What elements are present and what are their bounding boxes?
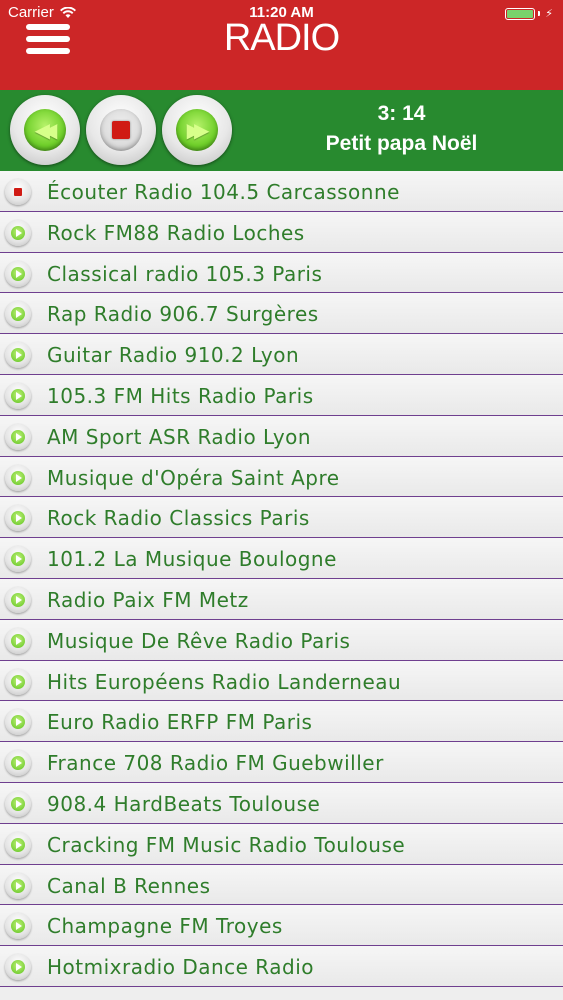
station-label: 105.3 FM Hits Radio Paris — [47, 383, 314, 408]
playback-time: 3: 14 — [377, 102, 426, 125]
station-label: Rock Radio Classics Paris — [47, 506, 310, 531]
app-title: RADIO — [223, 17, 340, 59]
station-label: Rap Radio 906.7 Surgères — [47, 302, 319, 327]
station-label: France 708 Radio FM Guebwiller — [47, 751, 384, 776]
play-icon[interactable] — [5, 342, 31, 369]
play-icon[interactable] — [5, 546, 31, 573]
station-label: 101.2 La Musique Boulogne — [47, 547, 337, 572]
station-row[interactable]: 101.2 La Musique Boulogne — [0, 538, 563, 579]
station-row[interactable]: Guitar Radio 910.2 Lyon — [0, 334, 563, 375]
now-playing-title: Petit papa Noël — [325, 132, 478, 155]
station-label: Euro Radio ERFP FM Paris — [47, 710, 313, 735]
play-icon[interactable] — [5, 872, 31, 899]
play-icon[interactable] — [5, 586, 31, 613]
play-icon[interactable] — [5, 219, 31, 246]
station-label: AM Sport ASR Radio Lyon — [47, 424, 312, 449]
station-label: Hotmixradio Dance Radio — [47, 955, 315, 980]
stop-button[interactable] — [86, 95, 156, 165]
station-label: Hits Européens Radio Landerneau — [47, 669, 402, 694]
play-icon[interactable] — [5, 750, 31, 777]
station-label: Radio Paix FM Metz — [47, 587, 249, 612]
station-row[interactable]: Hotmixradio Dance Radio — [0, 946, 563, 987]
play-icon[interactable] — [5, 464, 31, 491]
play-icon[interactable] — [5, 831, 31, 858]
station-row[interactable]: Hits Européens Radio Landerneau — [0, 660, 563, 702]
play-icon[interactable] — [5, 301, 31, 328]
station-row[interactable]: Champagne FM Troyes — [0, 905, 563, 947]
player-bar: ◀◀ ▶▶ 3: 14 Petit papa Noël — [0, 90, 563, 171]
station-label: Classical radio 105.3 Paris — [47, 261, 323, 286]
play-icon[interactable] — [5, 423, 31, 450]
play-icon[interactable] — [5, 627, 31, 654]
play-icon[interactable] — [5, 913, 31, 940]
station-label: Musique d'Opéra Saint Apre — [47, 465, 340, 490]
station-row[interactable]: Classical radio 105.3 Paris — [0, 252, 563, 294]
station-label: Canal B Rennes — [47, 873, 211, 898]
station-row[interactable]: Musique De Rêve Radio Paris — [0, 619, 563, 661]
play-icon[interactable] — [5, 790, 31, 817]
play-icon[interactable] — [5, 260, 31, 287]
play-icon[interactable] — [5, 505, 31, 532]
station-label: 908.4 HardBeats Toulouse — [47, 791, 321, 816]
station-row[interactable]: Canal B Rennes — [0, 864, 563, 906]
play-icon[interactable] — [5, 668, 31, 695]
station-row[interactable]: Musique d'Opéra Saint Apre — [0, 456, 563, 498]
station-label: Guitar Radio 910.2 Lyon — [47, 343, 300, 368]
station-label: Champagne FM Troyes — [47, 914, 283, 939]
station-label: Cracking FM Music Radio Toulouse — [47, 832, 406, 857]
stop-icon[interactable] — [5, 179, 31, 205]
station-row[interactable]: Rock Radio Classics Paris — [0, 497, 563, 539]
app-header: Carrier 11:20 AM ⚡ RADIO — [0, 0, 563, 90]
station-row[interactable]: 908.4 HardBeats Toulouse — [0, 782, 563, 824]
station-label: Écouter Radio 104.5 Carcassonne — [47, 180, 400, 204]
station-row[interactable]: France 708 Radio FM Guebwiller — [0, 742, 563, 783]
rewind-icon: ◀◀ — [34, 118, 58, 142]
fast-forward-icon: ▶▶ — [186, 118, 210, 142]
station-label: Musique De Rêve Radio Paris — [47, 628, 351, 653]
play-icon[interactable] — [5, 954, 31, 981]
station-list: Écouter Radio 104.5 Carcassonne Rock FM88… — [0, 171, 563, 987]
station-row[interactable]: Rock FM88 Radio Loches — [0, 211, 563, 253]
fast-forward-button[interactable]: ▶▶ — [162, 95, 232, 165]
stop-icon — [112, 121, 130, 139]
station-label: Rock FM88 Radio Loches — [47, 220, 305, 245]
play-icon[interactable] — [5, 709, 31, 736]
station-row[interactable]: Cracking FM Music Radio Toulouse — [0, 823, 563, 865]
play-icon[interactable] — [5, 382, 31, 409]
rewind-button[interactable]: ◀◀ — [10, 95, 80, 165]
station-row[interactable]: AM Sport ASR Radio Lyon — [0, 415, 563, 457]
station-row[interactable]: Euro Radio ERFP FM Paris — [0, 701, 563, 743]
station-row[interactable]: Radio Paix FM Metz — [0, 578, 563, 620]
station-row[interactable]: 105.3 FM Hits Radio Paris — [0, 374, 563, 416]
station-row[interactable]: Écouter Radio 104.5 Carcassonne — [0, 171, 563, 212]
station-row[interactable]: Rap Radio 906.7 Surgères — [0, 293, 563, 335]
